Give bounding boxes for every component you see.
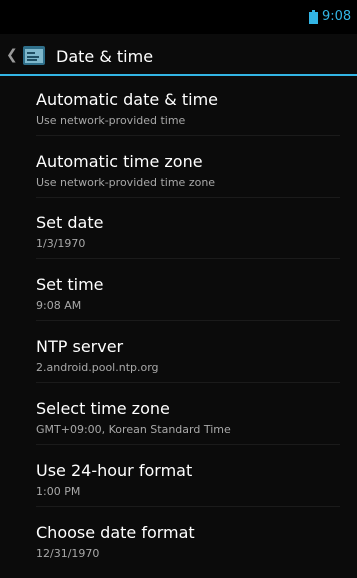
setting-summary: 12/31/1970 [36,547,100,560]
setting-title: Automatic date & time [36,90,219,109]
setting-automatic-time-zone[interactable]: Automatic time zone Use network-provided… [20,140,340,198]
settings-icon[interactable] [22,44,46,66]
setting-summary: 9:08 AM [36,299,82,312]
setting-select-time-zone[interactable]: Select time zone GMT+09:00, Korean Stand… [20,387,340,445]
status-bar: 9:08 [0,0,357,34]
screen: 9:08 ❮ Date & time Automatic date & time… [0,0,357,578]
list-divider [36,197,340,198]
setting-title: Automatic time zone [36,152,203,171]
list-divider [36,135,340,136]
battery-icon [309,10,318,24]
list-divider [36,258,340,259]
setting-title: Set date [36,213,104,232]
setting-automatic-date-time[interactable]: Automatic date & time Use network-provid… [20,78,340,136]
list-divider [36,382,340,383]
setting-summary: Use network-provided time [36,114,186,127]
setting-summary: GMT+09:00, Korean Standard Time [36,423,231,436]
setting-summary: 1:00 PM [36,485,81,498]
setting-title: NTP server [36,337,124,356]
setting-title: Set time [36,275,104,294]
setting-title: Select time zone [36,399,170,418]
list-divider [36,506,340,507]
setting-summary: 2.android.pool.ntp.org [36,361,159,374]
setting-choose-date-format[interactable]: Choose date format 12/31/1970 [20,511,340,569]
status-clock: 9:08 [322,9,352,24]
setting-title: Use 24-hour format [36,461,193,480]
setting-summary: Use network-provided time zone [36,176,216,189]
setting-title: Choose date format [36,523,195,542]
chevron-left-icon[interactable]: ❮ [6,47,18,63]
action-bar[interactable]: ❮ Date & time [0,36,357,74]
setting-set-date[interactable]: Set date 1/3/1970 [20,201,340,259]
page-title: Date & time [56,47,154,66]
action-bar-divider [0,74,357,76]
list-divider [36,320,340,321]
setting-ntp-server[interactable]: NTP server 2.android.pool.ntp.org [20,325,340,383]
list-divider [36,444,340,445]
setting-set-time[interactable]: Set time 9:08 AM [20,263,340,321]
setting-summary: 1/3/1970 [36,237,86,250]
setting-use-24-hour-format[interactable]: Use 24-hour format 1:00 PM [20,449,340,507]
